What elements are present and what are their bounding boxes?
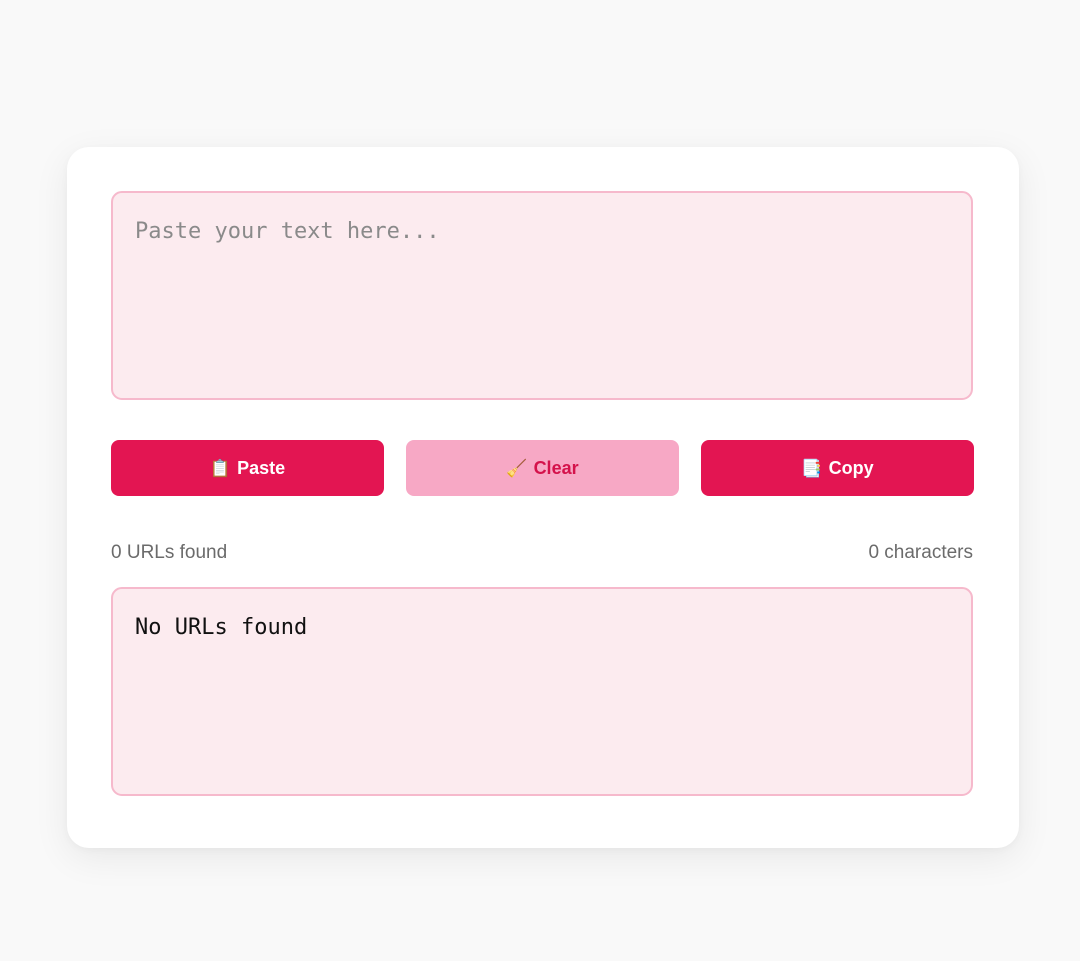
paste-button[interactable]: 📋 Paste [111,440,384,496]
paste-button-label: Paste [237,457,286,478]
copy-icon: 📑 [801,458,823,478]
stats-bar: 0 URLs found 0 characters [111,541,973,565]
clear-button-label: Clear [533,457,579,478]
clipboard-icon: 📋 [209,458,232,478]
url-output[interactable]: No URLs found [111,587,973,796]
url-extractor-card: 📋 Paste 🧹 Clear 📑 Copy 0 URLs found 0 ch… [67,147,1019,848]
copy-button[interactable]: 📑 Copy [701,440,974,496]
url-count: 0 URLs found [111,542,228,563]
broom-icon: 🧹 [506,458,528,478]
action-buttons: 📋 Paste 🧹 Clear 📑 Copy [111,440,974,496]
text-input[interactable] [111,191,973,400]
character-count: 0 characters [868,542,973,563]
copy-button-label: Copy [828,457,874,478]
clear-button[interactable]: 🧹 Clear [406,440,679,496]
